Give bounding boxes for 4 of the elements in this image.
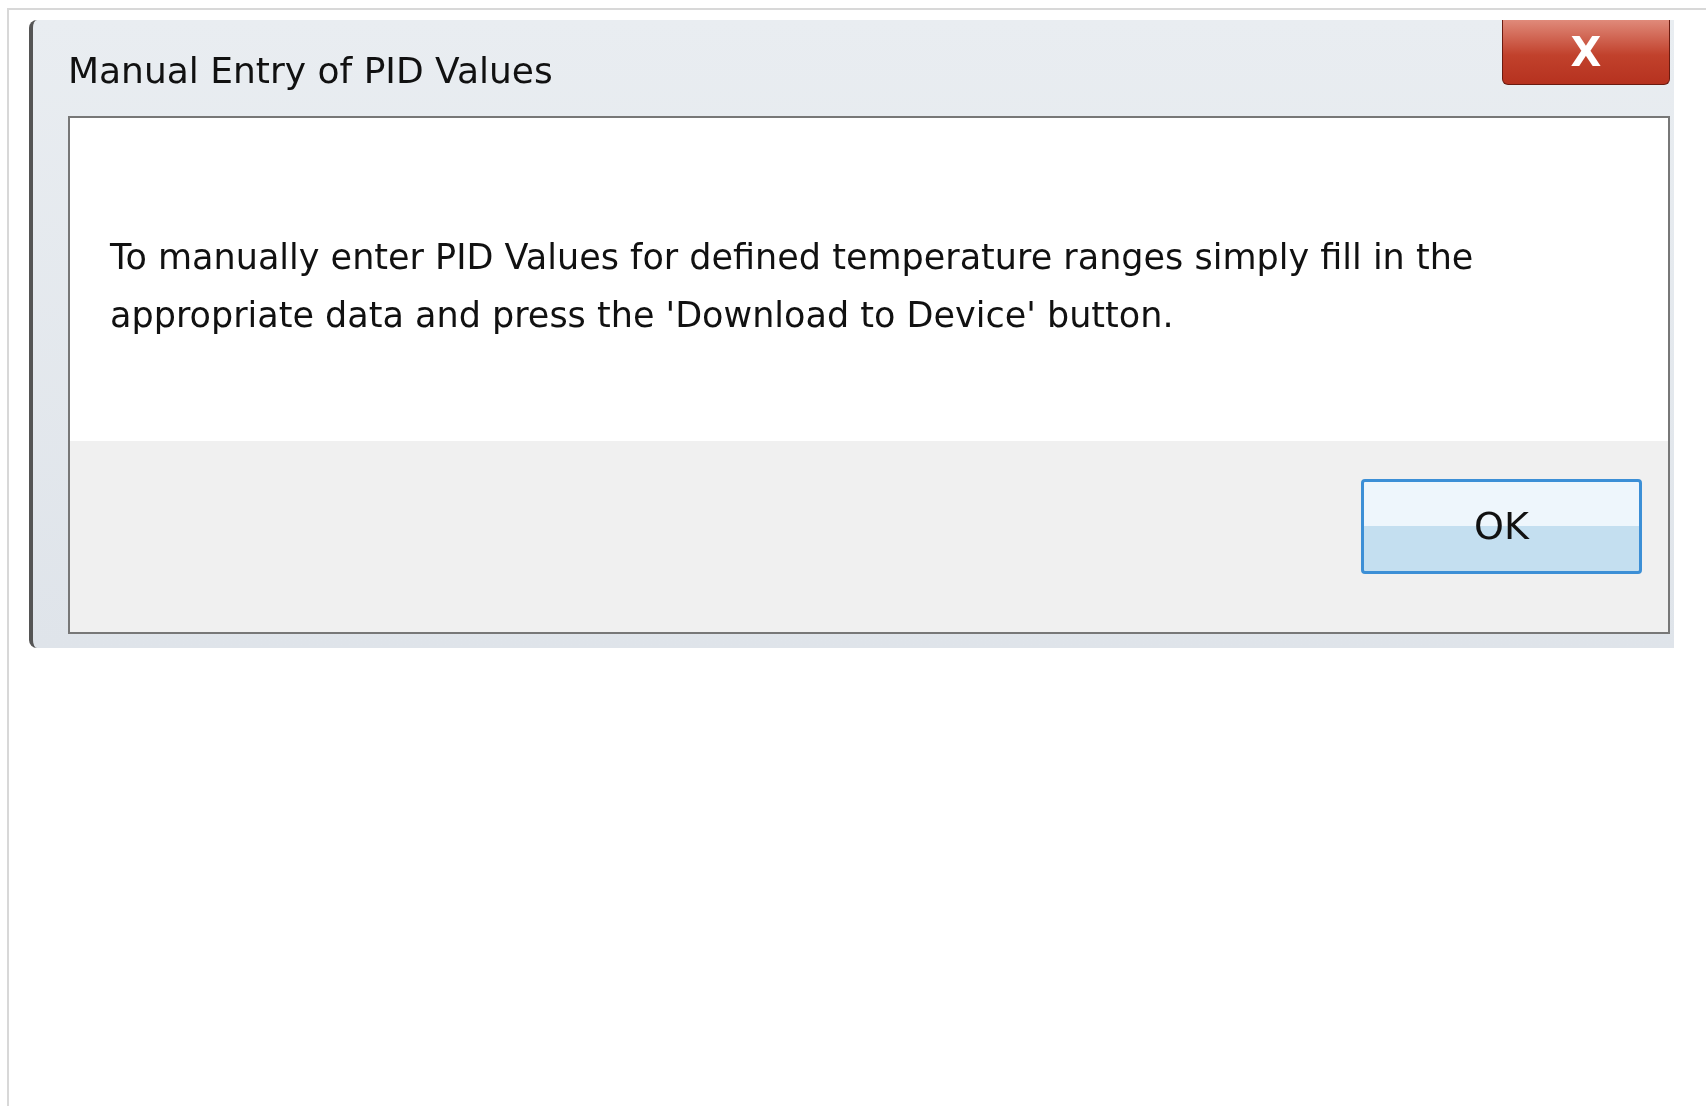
close-button[interactable]: X — [1502, 20, 1670, 85]
ok-button[interactable]: OK — [1361, 479, 1642, 574]
window-title: Manual Entry of PID Values — [68, 49, 553, 93]
message-text: To manually enter PID Values for defined temperature ranges simply fill in the appropriate data and press the 'Download to Device' button. — [109, 236, 1475, 337]
